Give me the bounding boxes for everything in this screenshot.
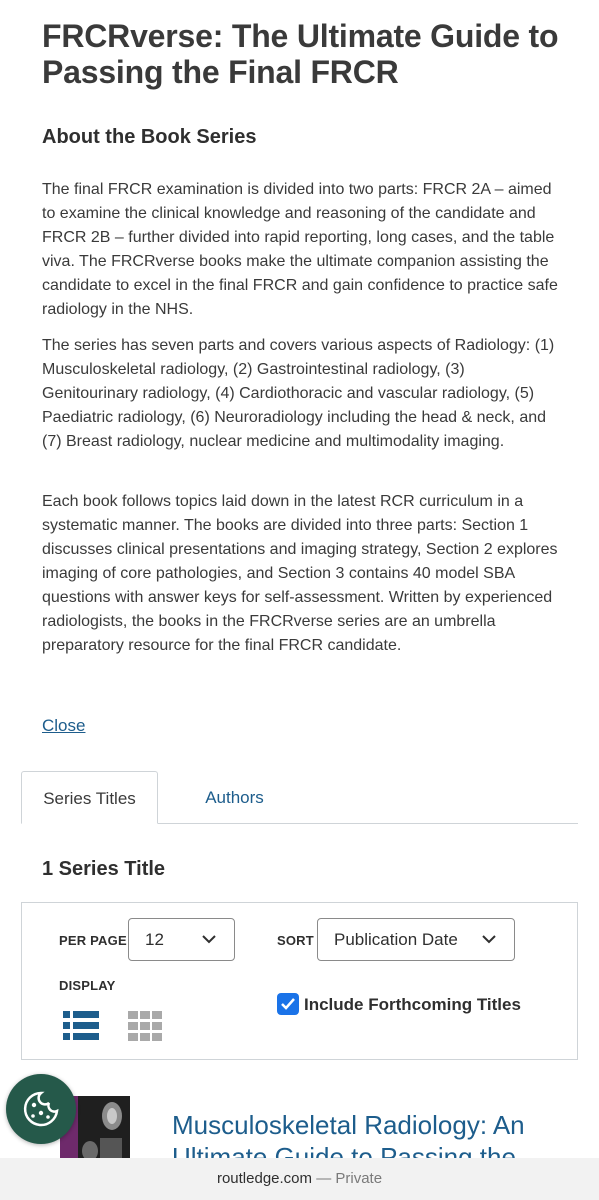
about-heading: About the Book Series <box>42 126 257 148</box>
per-page-value: 12 <box>145 930 164 949</box>
private-mode-label: Private <box>335 1170 383 1187</box>
display-label: DISPLAY <box>59 978 116 993</box>
cookie-icon <box>23 1091 59 1127</box>
url-domain: routledge.com <box>216 1170 313 1187</box>
about-paragraph-1: The final FRCR examination is divided in… <box>42 181 558 318</box>
tab-authors[interactable]: Authors <box>166 771 303 824</box>
list-view-icon[interactable] <box>63 1011 99 1041</box>
page: FRCRverse: The Ultimate Guide to Passing… <box>0 0 599 1200</box>
results-count: 1 Series Title <box>42 858 166 880</box>
listing-controls: PER PAGE 12 SORT Publication Date DISPLA… <box>21 902 578 1060</box>
sort-value: Publication Date <box>334 930 458 949</box>
about-paragraph-2: The series has seven parts and covers va… <box>42 337 555 450</box>
tab-bar: Series Titles Authors <box>21 771 578 824</box>
url-separator: — <box>316 1170 332 1187</box>
page-title: FRCRverse: The Ultimate Guide to Passing… <box>42 18 559 90</box>
sort-select[interactable]: Publication Date <box>317 918 515 961</box>
per-page-label: PER PAGE <box>59 933 127 948</box>
chevron-down-icon <box>202 935 216 944</box>
grid-view-icon[interactable] <box>128 1011 164 1041</box>
chevron-down-icon <box>482 935 496 944</box>
tab-series-titles[interactable]: Series Titles <box>21 771 158 824</box>
checkmark-icon <box>281 998 295 1010</box>
per-page-select[interactable]: 12 <box>128 918 235 961</box>
include-forthcoming-label[interactable]: Include Forthcoming Titles <box>304 995 521 1015</box>
include-forthcoming-checkbox[interactable] <box>277 993 299 1015</box>
browser-url-bar[interactable]: routledge.com — Private <box>0 1158 599 1200</box>
cookie-settings-button[interactable] <box>6 1074 76 1144</box>
sort-label: SORT <box>277 933 314 948</box>
about-paragraph-3: Each book follows topics laid down in th… <box>42 493 558 654</box>
close-link[interactable]: Close <box>42 716 85 736</box>
